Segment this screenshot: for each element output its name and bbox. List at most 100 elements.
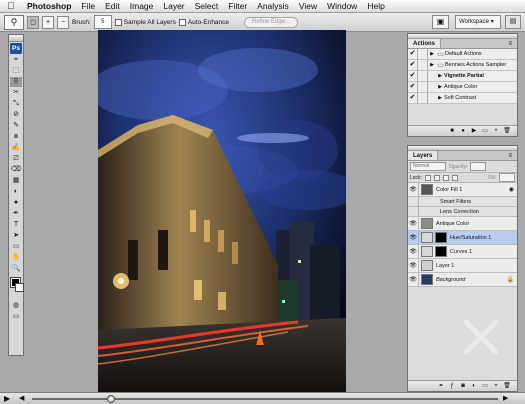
type-tool-icon[interactable]: ✒ <box>10 209 22 219</box>
visibility-eye-icon[interactable]: 👁 <box>408 183 419 196</box>
lock-all-icon[interactable] <box>451 174 458 181</box>
dialog-toggle-box[interactable] <box>418 93 428 103</box>
action-row[interactable]: ✔ ▶ Soft Contrast <box>408 93 517 104</box>
palette-well-icon[interactable]: ▤ <box>505 15 521 29</box>
crop-tool-icon[interactable]: ✂ <box>10 88 22 98</box>
visibility-eye-icon[interactable] <box>408 197 419 206</box>
smart-filter-row[interactable]: Smart Filters <box>408 197 517 207</box>
stop-icon[interactable]: ■ <box>448 127 456 135</box>
auto-enhance-checkbox[interactable] <box>178 18 186 26</box>
panel-menu-icon[interactable]: ≡ <box>503 39 517 48</box>
action-row[interactable]: ✔ ▶ ▭ Default Actions <box>408 49 517 60</box>
expand-triangle-icon[interactable]: ▶ <box>436 73 444 79</box>
visibility-eye-icon[interactable]: 👁 <box>408 217 419 230</box>
visibility-eye-icon[interactable]: 👁 <box>408 259 419 272</box>
brush-tool-icon[interactable]: ✎ <box>10 121 22 131</box>
toggle-item-checkbox[interactable]: ✔ <box>408 93 418 103</box>
slice-tool-icon[interactable]: ⤡ <box>10 99 22 109</box>
menu-photoshop[interactable]: Photoshop <box>22 0 76 13</box>
menu-edit[interactable]: Edit <box>100 0 125 13</box>
screen-mode-icon[interactable]: ▭ <box>10 312 22 322</box>
menu-filter[interactable]: Filter <box>223 0 252 13</box>
eraser-tool-icon[interactable]: ⎚ <box>10 154 22 164</box>
action-row[interactable]: ✔ ▶ ▭ Bennies Actions Sampler <box>408 60 517 71</box>
menu-analysis[interactable]: Analysis <box>252 0 294 13</box>
dialog-toggle-box[interactable] <box>418 60 428 70</box>
dialog-toggle-box[interactable] <box>418 82 428 92</box>
toggle-item-checkbox[interactable]: ✔ <box>408 82 418 92</box>
visibility-eye-icon[interactable] <box>408 207 419 216</box>
smart-filter-row[interactable]: Lens Correction <box>408 207 517 217</box>
new-layer-icon[interactable]: + <box>492 382 500 390</box>
forward-icon[interactable]: ▶ <box>503 394 508 404</box>
pen-tool-icon[interactable]: ● <box>10 198 22 208</box>
blur-tool-icon[interactable]: ▦ <box>10 176 22 186</box>
layers-menu-icon[interactable]: ≡ <box>503 151 517 160</box>
layer-row[interactable]: 👁 Color Fill 1 ◉ <box>408 183 517 197</box>
menu-select[interactable]: Select <box>190 0 224 13</box>
apple-menu-icon[interactable]:  <box>0 0 22 13</box>
delete-icon[interactable]: 🗑 <box>503 127 511 135</box>
add-selection-mode-button[interactable]: + <box>42 15 54 29</box>
menu-help[interactable]: Help <box>362 0 389 13</box>
document-canvas[interactable] <box>98 30 346 392</box>
delete-layer-icon[interactable]: 🗑 <box>503 382 511 390</box>
layer-mask-thumbnail[interactable] <box>435 232 447 243</box>
action-row[interactable]: ✔ ▶ Vignette Partial <box>408 71 517 82</box>
quick-mask-icon[interactable]: ◍ <box>10 301 22 311</box>
dialog-toggle-box[interactable] <box>418 49 428 59</box>
new-selection-mode-button[interactable]: ◻ <box>27 15 39 29</box>
background-color-swatch[interactable] <box>15 283 24 292</box>
record-icon[interactable]: ● <box>459 127 467 135</box>
new-action-icon[interactable]: + <box>492 127 500 135</box>
blend-mode-select[interactable]: Normal <box>410 162 446 171</box>
hand-tool-icon[interactable]: ✋ <box>10 253 22 263</box>
play-selection-icon[interactable]: ▶ <box>470 127 478 135</box>
photoshop-logo[interactable]: Ps <box>10 43 22 54</box>
toggle-item-checkbox[interactable]: ✔ <box>408 71 418 81</box>
expand-triangle-icon[interactable]: ▶ <box>428 51 436 57</box>
visibility-eye-icon[interactable]: 👁 <box>408 273 419 286</box>
tab-layers[interactable]: Layers <box>408 151 439 160</box>
healing-tool-icon[interactable]: ⊘ <box>10 110 22 120</box>
new-group-icon[interactable]: ▭ <box>481 382 489 390</box>
lasso-tool-icon[interactable]: ⚲ <box>10 77 22 87</box>
toolbox-grip[interactable] <box>9 35 23 42</box>
path-select-tool-icon[interactable]: T <box>10 220 22 230</box>
adjustment-layer-icon[interactable]: ◐ <box>470 382 478 390</box>
auto-enhance-option[interactable]: Auto-Enhance <box>178 18 229 26</box>
toggle-item-checkbox[interactable]: ✔ <box>408 60 418 70</box>
move-tool-icon[interactable]: ⌖ <box>10 55 22 65</box>
sample-all-layers-checkbox[interactable] <box>114 18 122 26</box>
expand-triangle-icon[interactable]: ▶ <box>436 95 444 101</box>
tool-preset-picker[interactable]: ⚲ <box>4 14 24 30</box>
layer-row[interactable]: 👁 Layer 1 <box>408 259 517 273</box>
link-layers-icon[interactable]: ⚭ <box>437 382 445 390</box>
bridge-icon[interactable]: ▣ <box>432 15 449 29</box>
rewind-icon[interactable]: ◀ <box>19 394 24 404</box>
menu-window[interactable]: Window <box>322 0 362 13</box>
toggle-item-checkbox[interactable]: ✔ <box>408 49 418 59</box>
dodge-tool-icon[interactable]: ◐ <box>10 187 22 197</box>
notes-tool-icon[interactable]: ▭ <box>10 242 22 252</box>
gradient-tool-icon[interactable]: ⌫ <box>10 165 22 175</box>
lock-transparent-icon[interactable] <box>424 174 431 181</box>
sample-all-layers-option[interactable]: Sample All Layers <box>114 18 176 26</box>
smart-filter-icon[interactable]: ◉ <box>509 186 514 193</box>
opacity-field[interactable] <box>470 162 487 171</box>
menu-layer[interactable]: Layer <box>158 0 189 13</box>
history-brush-tool-icon[interactable]: ✍ <box>10 143 22 153</box>
progress-track[interactable] <box>32 398 498 400</box>
tab-actions[interactable]: Actions <box>408 39 442 48</box>
dialog-toggle-box[interactable] <box>418 71 428 81</box>
zoom-tool-icon[interactable]: 🔍 <box>10 264 22 274</box>
layer-row[interactable]: 👁 Antique Color <box>408 217 517 231</box>
workspace-menu[interactable]: Workspace ▾ <box>455 15 501 29</box>
add-mask-icon[interactable]: ◙ <box>459 382 467 390</box>
layer-row[interactable]: 👁 Curves 1 <box>408 245 517 259</box>
new-set-icon[interactable]: ▭ <box>481 127 489 135</box>
lock-position-icon[interactable] <box>442 174 449 181</box>
menu-image[interactable]: Image <box>125 0 159 13</box>
menu-view[interactable]: View <box>294 0 322 13</box>
shape-tool-icon[interactable]: ➤ <box>10 231 22 241</box>
